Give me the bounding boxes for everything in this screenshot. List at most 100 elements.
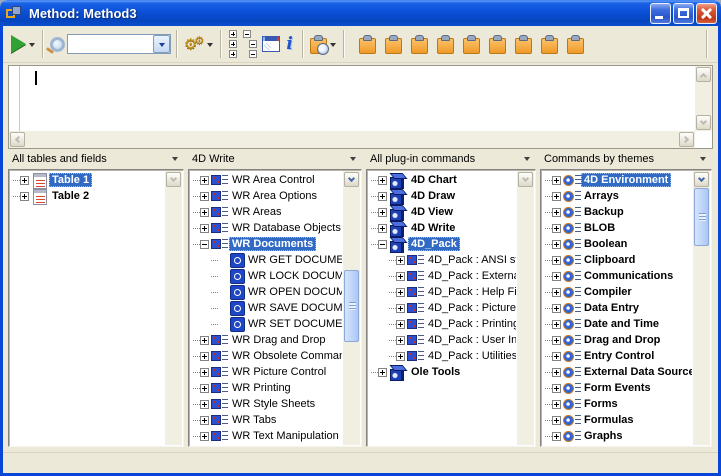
- expand-plus-box[interactable]: [552, 208, 561, 217]
- tree-item-label[interactable]: 4D_Pack: [408, 237, 460, 251]
- expand-plus-box[interactable]: [378, 224, 387, 233]
- expand-plus-box[interactable]: [396, 320, 405, 329]
- tree-item-label[interactable]: 4D_Pack : ANSI stre: [425, 253, 516, 267]
- tree-item-label[interactable]: BLOB: [581, 221, 618, 235]
- clipboard-slot-button[interactable]: [437, 35, 454, 54]
- tree-item-label[interactable]: Communications: [581, 269, 676, 283]
- scroll-down-button[interactable]: [518, 172, 533, 187]
- tree-row[interactable]: Forms: [543, 396, 692, 412]
- tree-item-label[interactable]: Drag and Drop: [581, 333, 663, 347]
- editor-vertical-scrollbar[interactable]: [695, 66, 712, 131]
- tree-row[interactable]: Backup: [543, 204, 692, 220]
- expand-plus-box[interactable]: [396, 304, 405, 313]
- tree-item-label[interactable]: WR Obsolete Commands: [229, 349, 342, 363]
- tree-row[interactable]: Table 1: [11, 172, 164, 188]
- expand-plus-box[interactable]: [552, 352, 561, 361]
- expand-plus-box[interactable]: [552, 240, 561, 249]
- tree-row[interactable]: WR Area Control: [191, 172, 342, 188]
- panel-menu-arrow-icon[interactable]: [350, 157, 356, 161]
- information-button[interactable]: i: [282, 34, 296, 55]
- tree-row[interactable]: Data Entry: [543, 300, 692, 316]
- scroll-right-button[interactable]: [679, 132, 694, 147]
- tree-row[interactable]: Date and Time: [543, 316, 692, 332]
- tree-item-label[interactable]: WR OPEN DOCUMENT: [245, 285, 342, 299]
- tree-row[interactable]: WR Picture Control: [191, 364, 342, 380]
- expand-plus-box[interactable]: [552, 272, 561, 281]
- tree-item-label[interactable]: 4D_Pack : Help Files: [425, 285, 516, 299]
- expand-plus-box[interactable]: [552, 400, 561, 409]
- expand-plus-box[interactable]: [552, 416, 561, 425]
- expand-plus-box[interactable]: [200, 192, 209, 201]
- tree-item-label[interactable]: Boolean: [581, 237, 630, 251]
- clipboard-slot-button[interactable]: [463, 35, 480, 54]
- tree-item-label[interactable]: 4D_Pack : User Inte: [425, 333, 516, 347]
- plugin-commands-list[interactable]: 4D Chart4D Draw4D View4D Write4D_Pack4D_…: [366, 169, 536, 447]
- expand-plus-box[interactable]: [200, 176, 209, 185]
- tree-item-label[interactable]: Ole Tools: [408, 365, 463, 379]
- tree-row[interactable]: Graphs: [543, 428, 692, 444]
- tree-row[interactable]: Drag and Drop: [543, 332, 692, 348]
- expand-plus-box[interactable]: [200, 336, 209, 345]
- expand-plus-box[interactable]: [552, 176, 561, 185]
- scroll-down-button[interactable]: [344, 172, 359, 187]
- run-method-button[interactable]: [9, 33, 37, 55]
- expand-plus-box[interactable]: [396, 272, 405, 281]
- scrollbar-thumb[interactable]: [694, 188, 709, 246]
- tree-row[interactable]: WR OPEN DOCUMENT: [191, 284, 342, 300]
- tree-row[interactable]: Form Events: [543, 380, 692, 396]
- list-vertical-scrollbar[interactable]: [693, 171, 710, 445]
- titlebar[interactable]: Method: Method3: [0, 0, 721, 26]
- tree-row[interactable]: WR Drag and Drop: [191, 332, 342, 348]
- tree-item-label[interactable]: WR SET DOCUMENT IN: [245, 317, 342, 331]
- tree-row[interactable]: 4D Chart: [369, 172, 516, 188]
- tree-item-label[interactable]: Formulas: [581, 413, 637, 427]
- expand-plus-box[interactable]: [200, 384, 209, 393]
- tree-item-label[interactable]: Entry Control: [581, 349, 657, 363]
- expand-plus-box[interactable]: [552, 224, 561, 233]
- tree-row[interactable]: External Data Source: [543, 364, 692, 380]
- list-vertical-scrollbar[interactable]: [517, 171, 534, 445]
- clipboard-slot-button[interactable]: [541, 35, 558, 54]
- list-vertical-scrollbar[interactable]: [343, 171, 360, 445]
- expand-plus-box[interactable]: [20, 192, 29, 201]
- expand-plus-box[interactable]: [552, 368, 561, 377]
- themes-commands-list[interactable]: 4D EnvironmentArraysBackupBLOB Boolean Cli…: [540, 169, 712, 447]
- tree-item-label[interactable]: 4D Write: [408, 221, 458, 235]
- tree-row[interactable]: Table 2: [11, 188, 164, 204]
- scrollbar-track[interactable]: [693, 188, 710, 428]
- clipboard-slot-button[interactable]: [567, 35, 584, 54]
- tree-item-label[interactable]: WR Area Control: [229, 173, 318, 187]
- expand-plus-box[interactable]: [552, 432, 561, 441]
- scrollbar-thumb[interactable]: [344, 270, 359, 342]
- tree-row[interactable]: WR Database Objects: [191, 220, 342, 236]
- clipboard-dropdown-arrow-icon[interactable]: [330, 43, 336, 47]
- tree-item-label[interactable]: 4D_Pack : Picture fil: [425, 301, 516, 315]
- tree-item-label[interactable]: 4D Chart: [408, 173, 460, 187]
- tables-list[interactable]: Table 1Table 2: [8, 169, 184, 447]
- tree-row[interactable]: WR Tabs: [191, 412, 342, 428]
- panel-menu-arrow-icon[interactable]: [524, 157, 530, 161]
- tree-item-label[interactable]: WR Text Manipulation: [229, 429, 342, 443]
- scroll-left-button[interactable]: [10, 132, 25, 147]
- tree-row[interactable]: WR GET DOCUMENT IN: [191, 252, 342, 268]
- tree-item-label[interactable]: Date and Time: [581, 317, 662, 331]
- tree-row[interactable]: BLOB: [543, 220, 692, 236]
- panel-menu-arrow-icon[interactable]: [172, 157, 178, 161]
- editor-horizontal-scrollbar[interactable]: [9, 131, 695, 148]
- scroll-up-button[interactable]: [696, 67, 711, 82]
- tree-row[interactable]: Formulas: [543, 412, 692, 428]
- tree-item-label[interactable]: 4D Environment: [581, 173, 671, 187]
- tree-item-label[interactable]: Clipboard: [581, 253, 638, 267]
- tree-item-label[interactable]: WR Database Objects: [229, 221, 342, 235]
- tree-item-label[interactable]: WR SAVE DOCUMENT: [245, 301, 342, 315]
- tree-row[interactable]: WR Areas: [191, 204, 342, 220]
- tree-row[interactable]: Communications: [543, 268, 692, 284]
- tree-row[interactable]: Arrays: [543, 188, 692, 204]
- tree-row[interactable]: Ole Tools: [369, 364, 516, 380]
- clipboard-slot-button[interactable]: [385, 35, 402, 54]
- scrollbar-track[interactable]: [343, 188, 360, 428]
- tree-item-label[interactable]: 4D_Pack : External: [425, 269, 516, 283]
- tree-row[interactable]: WR Area Options: [191, 188, 342, 204]
- search-button[interactable]: [48, 35, 67, 54]
- tree-item-label[interactable]: WR Printing: [229, 381, 294, 395]
